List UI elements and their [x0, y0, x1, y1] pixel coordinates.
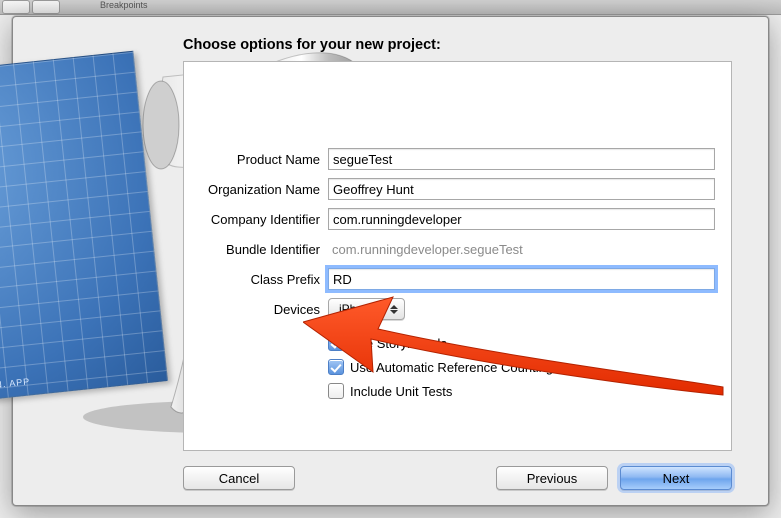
bundle-identifier-value: com.runningdeveloper.segueTest [328, 242, 715, 257]
next-button[interactable]: Next [620, 466, 732, 490]
product-name-label: Product Name [200, 152, 328, 167]
include-unit-tests-label: Include Unit Tests [350, 384, 452, 399]
cancel-button[interactable]: Cancel [183, 466, 295, 490]
devices-select[interactable]: iPhone [328, 298, 405, 320]
organization-name-label: Organization Name [200, 182, 328, 197]
sheet-title: Choose options for your new project: [183, 37, 441, 53]
include-unit-tests-checkbox[interactable] [328, 383, 344, 399]
toolbar-tab-label: Breakpoints [100, 0, 148, 10]
new-project-sheet: Choose options for your new project: PRO… [12, 16, 769, 506]
use-storyboards-label: Use Storyboards [350, 336, 447, 351]
company-identifier-field[interactable] [328, 208, 715, 230]
blueprint-art: PROJECT: APPLICATION. APP [0, 50, 183, 480]
devices-selected-value: iPhone [339, 302, 376, 316]
bundle-identifier-label: Bundle Identifier [200, 242, 328, 257]
use-arc-label: Use Automatic Reference Counting [350, 360, 553, 375]
product-name-field[interactable] [328, 148, 715, 170]
use-storyboards-checkbox[interactable] [328, 335, 344, 351]
window: Breakpoints Choose options for your new … [0, 0, 781, 518]
class-prefix-field[interactable] [328, 268, 715, 290]
form-container: Product Name Organization Name Company I… [183, 61, 732, 451]
organization-name-field[interactable] [328, 178, 715, 200]
chevron-updown-icon [390, 305, 398, 314]
previous-button[interactable]: Previous [496, 466, 608, 490]
toolbar-nav-back[interactable] [2, 0, 30, 14]
class-prefix-label: Class Prefix [200, 272, 328, 287]
project-options-form: Product Name Organization Name Company I… [200, 148, 715, 406]
devices-label: Devices [200, 302, 328, 317]
toolbar-nav-fwd[interactable] [32, 0, 60, 14]
toolbar: Breakpoints [0, 0, 781, 15]
use-arc-checkbox[interactable] [328, 359, 344, 375]
button-bar: Cancel Previous Next [13, 463, 768, 493]
company-identifier-label: Company Identifier [200, 212, 328, 227]
